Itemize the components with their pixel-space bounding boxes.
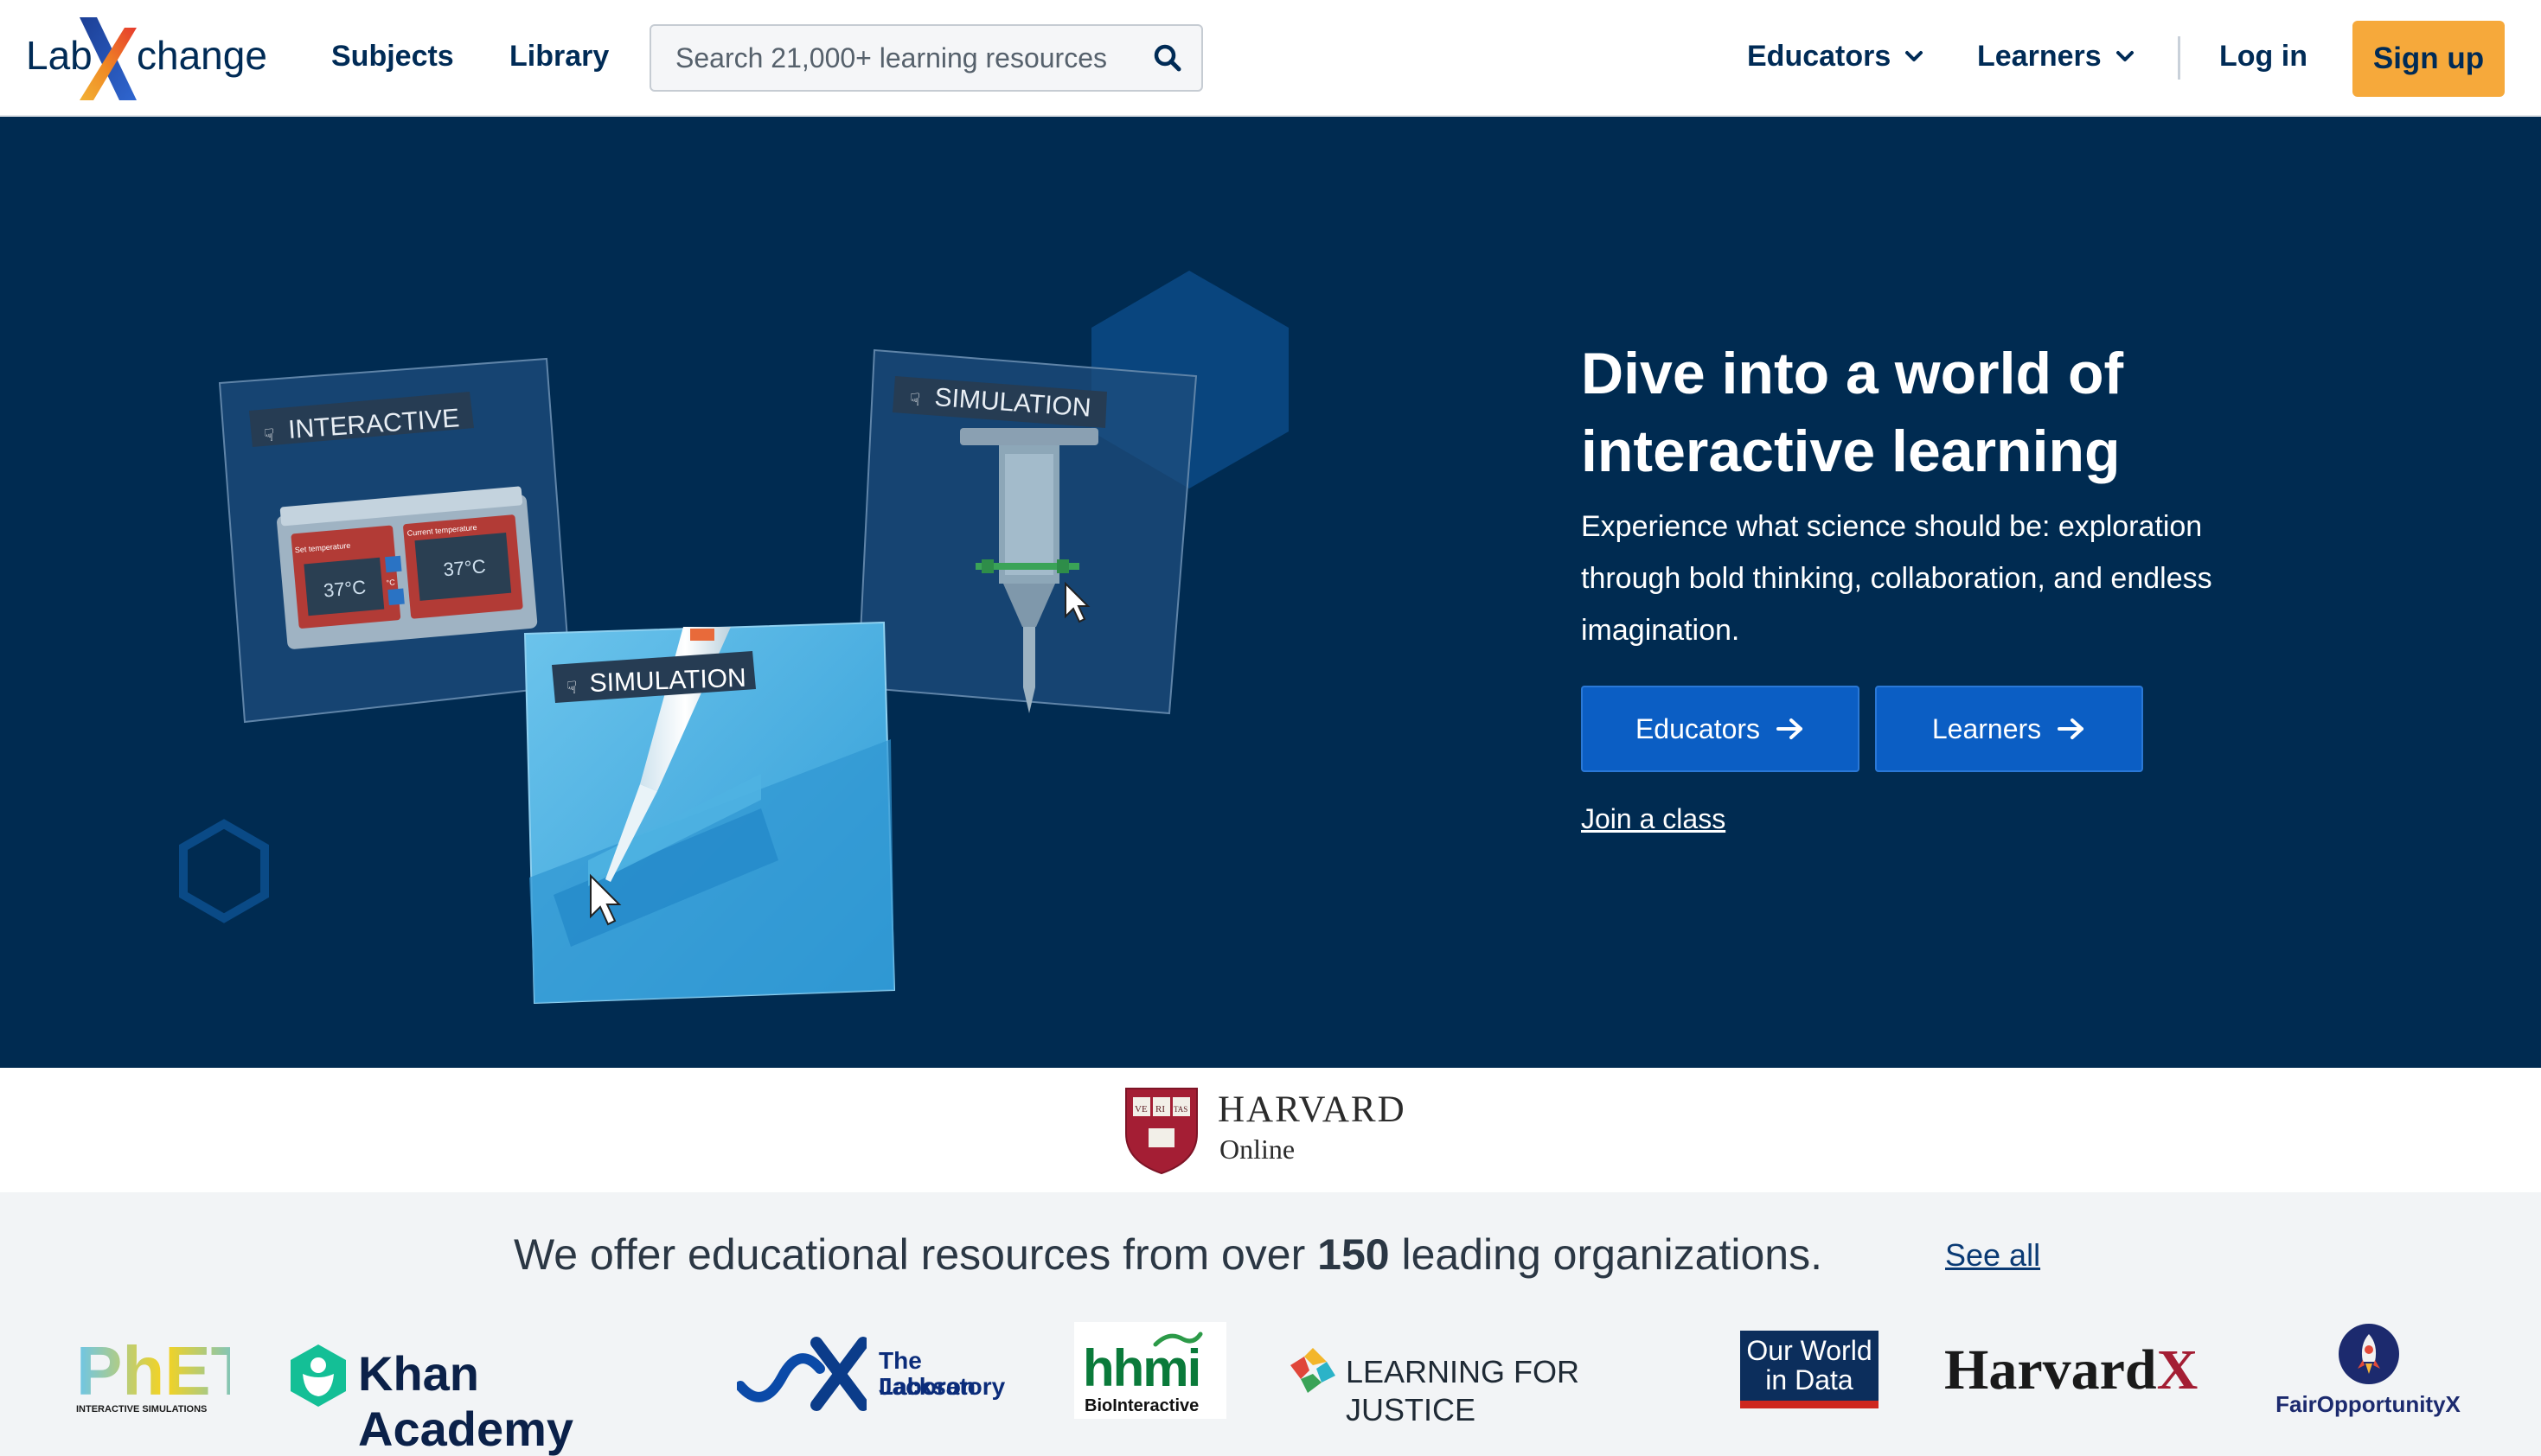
incubator-device: Set temperature Current temperature 37°C…: [277, 486, 538, 649]
owid-line-2: in Data: [1765, 1364, 1853, 1395]
hero-section: ☟ INTERACTIVE Set temperature Current te…: [0, 117, 2541, 1068]
see-all-partners-link[interactable]: See all: [1945, 1234, 2040, 1277]
simulation-card-pipette[interactable]: ☟ SIMULATION: [523, 621, 896, 1005]
hero-description: Experience what science should be: explo…: [1581, 510, 2212, 647]
search-button[interactable]: [1148, 38, 1189, 80]
owid-red-stripe: [1740, 1401, 1879, 1408]
phet-logo[interactable]: PhET INTERACTIVE SIMULATIONS: [74, 1332, 230, 1419]
simulation-card-syringe[interactable]: ☟ SIMULATION: [856, 348, 1198, 715]
chevron-down-icon: [1905, 51, 1923, 61]
fair-opportunity-x-logo[interactable]: FairOpportunityX: [2268, 1322, 2468, 1422]
hhmi-wordmark: hhmi: [1083, 1339, 1201, 1397]
hero-title: Dive into a world of interactive learnin…: [1581, 341, 2124, 484]
set-temperature-value: 37°C: [323, 576, 367, 601]
hand-pointer-icon: ☟: [566, 679, 577, 698]
top-navigation-bar: Lab change Subjects Library Educators Le…: [0, 0, 2541, 117]
search-input[interactable]: [651, 26, 1136, 90]
phet-wordmark: PhET: [76, 1332, 230, 1409]
harvardx-wordmark: Harvard: [1944, 1338, 2157, 1402]
logo-text-change: change: [137, 33, 267, 78]
hero-educators-label: Educators: [1635, 712, 1761, 744]
search-box: [650, 24, 1203, 92]
current-temperature-value: 37°C: [442, 555, 486, 580]
header-divider: [2178, 36, 2180, 80]
phet-subtitle: INTERACTIVE SIMULATIONS: [76, 1404, 207, 1414]
simulation-card-pipette-tag: SIMULATION: [589, 664, 746, 698]
learning-for-justice-icon: [1290, 1348, 1335, 1393]
partners-count: 150: [1317, 1230, 1390, 1279]
learners-menu-label: Learners: [1977, 40, 2102, 73]
partners-heading-after: leading organizations.: [1401, 1230, 1822, 1279]
learning-for-justice-wordmark: LEARNING FOR JUSTICE: [1346, 1354, 1580, 1427]
khan-academy-logo[interactable]: Khan Academy: [289, 1338, 687, 1456]
harvardx-logo[interactable]: HarvardX: [1944, 1338, 2221, 1407]
shield-letters-ve: VE: [1135, 1104, 1148, 1114]
nav-library-link[interactable]: Library: [509, 36, 609, 76]
hero-learners-button[interactable]: Learners: [1875, 686, 2143, 772]
harvard-shield-logo[interactable]: VE RI TAS: [1123, 1085, 1200, 1175]
shield-letters-ri: RI: [1155, 1104, 1165, 1114]
jackson-dna-icon: [737, 1337, 867, 1411]
jackson-line-2: Laboratory: [879, 1373, 1006, 1400]
hhmi-subtitle: BioInteractive: [1085, 1396, 1200, 1415]
jackson-laboratory-logo[interactable]: The Jackson Laboratory: [737, 1331, 1022, 1414]
hero-educators-button[interactable]: Educators: [1581, 686, 1859, 772]
logo-text-lab: Lab: [26, 33, 93, 78]
shield-letters-tas: TAS: [1174, 1105, 1187, 1114]
arrow-right-icon: [1776, 718, 1803, 739]
learning-for-justice-logo[interactable]: LEARNING FOR JUSTICE: [1289, 1341, 1687, 1427]
educators-menu-label: Educators: [1747, 40, 1891, 73]
our-world-in-data-logo[interactable]: Our World in Data: [1740, 1331, 1879, 1408]
arrow-right-icon: [2058, 718, 2084, 739]
partners-heading: We offer educational resources from over…: [514, 1223, 1822, 1286]
temperature-unit: °C: [386, 578, 395, 587]
login-link[interactable]: Log in: [2219, 36, 2307, 76]
partners-section: We offer educational resources from over…: [0, 1192, 2541, 1456]
join-class-link[interactable]: Join a class: [1581, 800, 1725, 838]
hand-pointer-icon: ☟: [264, 426, 274, 445]
hexagon-outline-decoration: [179, 819, 269, 923]
search-icon: [1154, 44, 1181, 72]
chevron-down-icon: [2115, 51, 2134, 61]
educators-menu[interactable]: Educators: [1747, 36, 1923, 76]
rocket-icon: [2339, 1324, 2399, 1384]
harvard-online-label: Online: [1219, 1134, 1296, 1165]
khan-academy-wordmark: Khan Academy: [358, 1346, 574, 1456]
nav-subjects-link[interactable]: Subjects: [331, 36, 454, 76]
hand-pointer-icon: ☟: [910, 391, 920, 410]
labxchange-logo[interactable]: Lab change: [26, 16, 285, 102]
harvard-wordmark: HARVARD: [1218, 1089, 1406, 1130]
hhmi-biointeractive-logo[interactable]: hhmi BioInteractive: [1074, 1322, 1226, 1419]
hero-illustration: ☟ INTERACTIVE Set temperature Current te…: [179, 271, 1289, 1005]
learners-menu[interactable]: Learners: [1977, 36, 2135, 76]
hero-learners-label: Learners: [1931, 712, 2042, 744]
partners-heading-before: We offer educational resources from over: [514, 1230, 1306, 1279]
fair-opportunity-x-wordmark: FairOpportunityX: [2275, 1391, 2461, 1417]
khan-hexagon-icon: [291, 1344, 346, 1407]
owid-line-1: Our World: [1746, 1335, 1872, 1366]
interactive-card[interactable]: ☟ INTERACTIVE Set temperature Current te…: [218, 357, 573, 724]
harvardx-x: X: [2156, 1338, 2199, 1402]
featured-partner-band: VE RI TAS HARVARD Online: [0, 1068, 2541, 1192]
signup-button[interactable]: Sign up: [2352, 21, 2505, 97]
